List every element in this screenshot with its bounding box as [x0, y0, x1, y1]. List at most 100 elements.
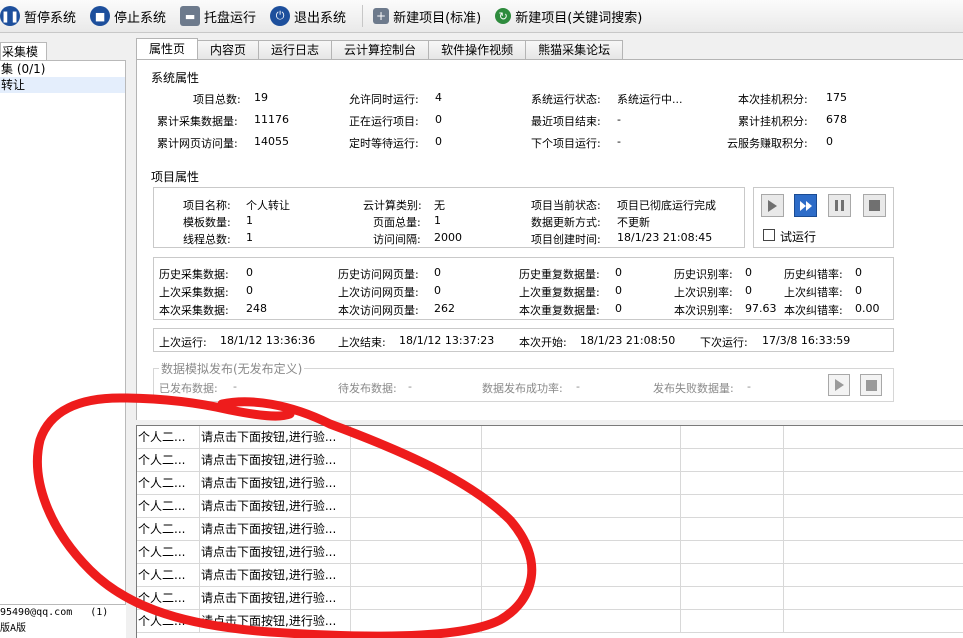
new-project-standard-label: 新建项目(标准): [393, 10, 482, 26]
cur-err-value: 0.00: [855, 302, 880, 315]
publish-play-button[interactable]: [828, 374, 850, 396]
table-cell-name: 个人二...: [137, 495, 200, 518]
next-run-label: 下次运行:: [700, 336, 748, 349]
tray-run-button[interactable]: ▬ 托盘运行: [180, 2, 262, 30]
tree-item-transfer[interactable]: 转让: [0, 77, 125, 93]
table-row[interactable]: 个人二... 请点击下面按钮,进行验...: [137, 564, 963, 587]
collected-label: 累计采集数据量:: [157, 115, 238, 128]
hist-rec-label: 历史识别率:: [674, 268, 733, 281]
new-project-standard-button[interactable]: + 新建项目(标准): [373, 2, 487, 30]
published-label: 已发布数据:: [159, 382, 218, 395]
template-tab[interactable]: 采集模板: [0, 42, 47, 76]
table-cell: [681, 518, 784, 541]
exit-system-button[interactable]: ⏻ 退出系统: [270, 2, 352, 30]
visits-value: 14055: [254, 135, 289, 148]
table-cell: [784, 587, 963, 610]
thread-total-label: 线程总数:: [183, 233, 231, 246]
pause-icon: ❚❚: [0, 6, 20, 26]
table-row[interactable]: 个人二... 请点击下面按钮,进行验...: [137, 541, 963, 564]
exit-system-label: 退出系统: [294, 10, 347, 26]
fast-forward-icon: [799, 200, 812, 211]
table-cell: [784, 449, 963, 472]
data-grid: 个人二... 请点击下面按钮,进行验... 个人二... 请点击下面按钮,进行验...…: [136, 425, 963, 638]
table-cell: [681, 449, 784, 472]
cur-visit-label: 本次访问网页量:: [338, 304, 419, 317]
tray-icon: ▬: [180, 6, 201, 26]
concurrent-value: 4: [435, 91, 442, 104]
hang-points-label: 本次挂机积分:: [738, 93, 808, 106]
template-count-label: 模板数量:: [183, 216, 231, 229]
publish-title: 数据模拟发布(无发布定义): [159, 360, 305, 377]
tab-content[interactable]: 内容页: [197, 40, 260, 59]
stop-system-button[interactable]: ■ 停止系统: [90, 2, 172, 30]
pause-project-button[interactable]: [828, 194, 851, 217]
table-cell-content: 请点击下面按钮,进行验...: [200, 587, 351, 610]
table-row[interactable]: 个人二... 请点击下面按钮,进行验...: [137, 449, 963, 472]
new-project-keyword-button[interactable]: ↻ 新建项目(关键词搜索): [495, 2, 648, 30]
template-tree: 集 (0/1) 转让: [0, 60, 126, 638]
tab-videos[interactable]: 软件操作视频: [428, 40, 527, 59]
trial-run-label: 试运行: [780, 230, 817, 244]
trial-run-checkbox[interactable]: [763, 229, 775, 241]
power-icon: ⏻: [270, 6, 291, 26]
table-cell: [784, 564, 963, 587]
stop-system-label: 停止系统: [114, 10, 167, 26]
cloud-type-value: 无: [434, 199, 445, 212]
cur-dup-value: 0: [615, 302, 622, 315]
cloud-points-label: 云服务赚取积分:: [727, 137, 808, 150]
table-cell-name: 个人二...: [137, 449, 200, 472]
last-collect-value: 0: [246, 284, 253, 297]
table-cell: [482, 472, 681, 495]
pending-value: -: [408, 380, 412, 393]
fast-run-button[interactable]: [794, 194, 817, 217]
page-total-value: 1: [434, 214, 441, 227]
stop-project-button[interactable]: [863, 194, 886, 217]
table-cell: [784, 495, 963, 518]
cur-err-label: 本次纠错率:: [784, 304, 843, 317]
table-cell: [351, 541, 482, 564]
table-cell: [351, 495, 482, 518]
run-button[interactable]: [761, 194, 784, 217]
tab-run-log[interactable]: 运行日志: [258, 40, 333, 59]
tab-cloud-console[interactable]: 云计算控制台: [331, 40, 430, 59]
next-run-value: 17/3/8 16:33:59: [762, 334, 851, 347]
last-rec-value: 0: [745, 284, 752, 297]
table-row[interactable]: 个人二... 请点击下面按钮,进行验...: [137, 587, 963, 610]
tab-properties[interactable]: 属性页: [136, 38, 199, 59]
table-row[interactable]: 个人二... 请点击下面按钮,进行验...: [137, 610, 963, 633]
table-row[interactable]: 个人二... 请点击下面按钮,进行验...: [137, 495, 963, 518]
table-cell-content: 请点击下面按钮,进行验...: [200, 564, 351, 587]
pause-system-button[interactable]: ❚❚ 暂停系统: [0, 2, 82, 30]
toolbar: ❚❚ 暂停系统 ■ 停止系统 ▬ 托盘运行 ⏻ 退出系统 + 新建项目(标准) …: [0, 0, 963, 33]
table-cell-content: 请点击下面按钮,进行验...: [200, 449, 351, 472]
pause-system-label: 暂停系统: [24, 10, 77, 26]
table-cell-name: 个人二...: [137, 426, 200, 449]
hist-visit-label: 历史访问网页量:: [338, 268, 419, 281]
table-row[interactable]: 个人二... 请点击下面按钮,进行验...: [137, 472, 963, 495]
system-properties-title: 系统属性: [151, 71, 200, 85]
publish-stop-button[interactable]: [860, 374, 882, 396]
toolbar-separator: [362, 5, 364, 27]
table-row[interactable]: 个人二... 请点击下面按钮,进行验...: [137, 518, 963, 541]
last-visit-value: 0: [434, 284, 441, 297]
table-cell-name: 个人二...: [137, 610, 200, 633]
stop-icon: [869, 200, 880, 211]
timed-label: 定时等待运行:: [349, 137, 419, 150]
hist-err-value: 0: [855, 266, 862, 279]
hist-rec-value: 0: [745, 266, 752, 279]
hist-dup-value: 0: [615, 266, 622, 279]
last-run-value: 18/1/12 13:36:36: [220, 334, 316, 347]
running-value: 0: [435, 113, 442, 126]
project-name-label: 项目名称:: [183, 199, 231, 212]
table-cell: [482, 564, 681, 587]
tree-item-collect[interactable]: 集 (0/1): [0, 61, 125, 77]
table-row[interactable]: 个人二... 请点击下面按钮,进行验...: [137, 426, 963, 449]
table-cell: [351, 587, 482, 610]
concurrent-label: 允许同时运行:: [349, 93, 419, 106]
table-cell: [681, 495, 784, 518]
hist-collect-label: 历史采集数据:: [159, 268, 229, 281]
tab-forum[interactable]: 熊猫采集论坛: [525, 40, 624, 59]
cur-collect-value: 248: [246, 302, 267, 315]
table-cell: [681, 610, 784, 633]
collected-value: 11176: [254, 113, 289, 126]
